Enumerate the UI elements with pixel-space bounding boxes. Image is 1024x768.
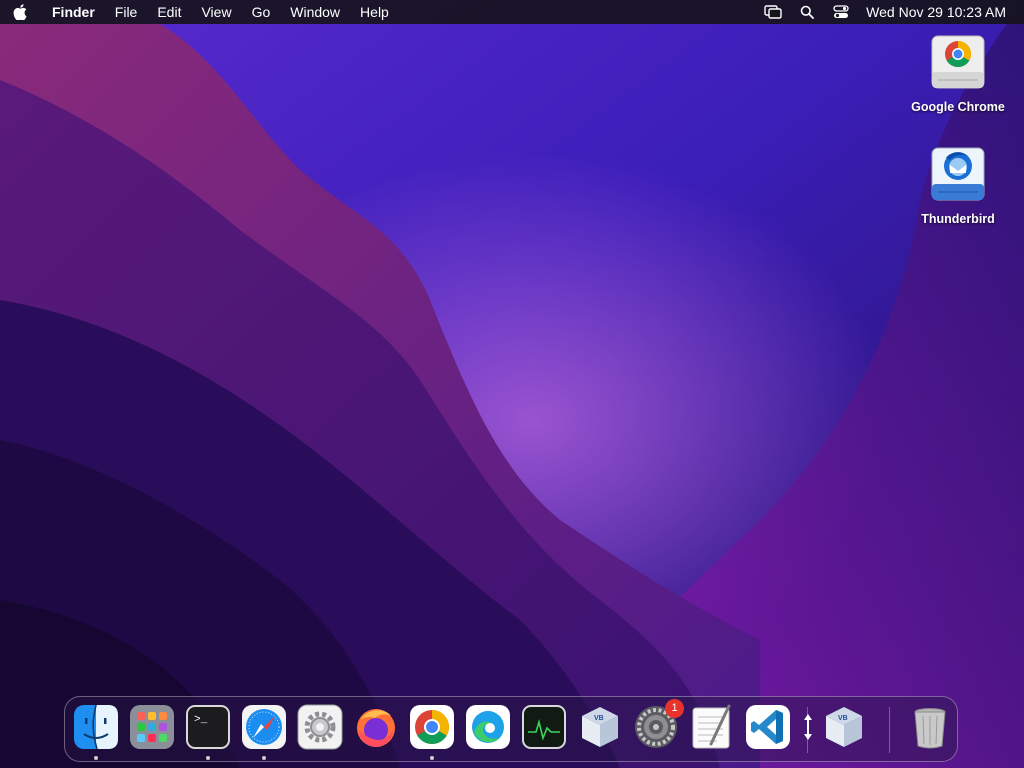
dock-finder[interactable] (73, 704, 119, 750)
apple-menu-icon[interactable] (0, 0, 40, 24)
launchpad-icon (130, 705, 174, 749)
running-indicator (262, 756, 266, 760)
virtualbox-icon: VB (826, 707, 862, 747)
dock-separator (807, 707, 808, 753)
dock-textedit[interactable] (689, 704, 735, 750)
dock-trash[interactable] (907, 704, 953, 750)
menu-help[interactable]: Help (350, 0, 399, 24)
dock-safari[interactable] (241, 704, 287, 750)
svg-text:VB: VB (594, 715, 604, 722)
desktop-icon-label: Google Chrome (911, 100, 1005, 114)
desktop-icon-thunderbird[interactable]: Thunderbird (903, 144, 1013, 226)
dock-activity-monitor[interactable] (521, 704, 567, 750)
gear-icon (297, 704, 343, 750)
chrome-icon (410, 705, 454, 749)
menu-go[interactable]: Go (242, 0, 281, 24)
chrome-disk-icon (926, 32, 990, 96)
desktop-wallpaper (0, 0, 1024, 768)
dock-chrome[interactable] (409, 704, 455, 750)
safari-icon (242, 705, 286, 749)
dock-edge[interactable] (465, 704, 511, 750)
menu-clock[interactable]: Wed Nov 29 10:23 AM (858, 4, 1024, 20)
textedit-icon (692, 704, 731, 749)
dock-terminal[interactable]: >_ (185, 704, 231, 750)
dock-system-settings[interactable]: 1 (633, 699, 684, 750)
dock-separator (889, 707, 890, 753)
terminal-icon: >_ (186, 705, 230, 749)
virtualbox-icon: VB (582, 707, 618, 747)
vscode-icon (746, 705, 790, 749)
desktop-icon-google-chrome[interactable]: Google Chrome (903, 32, 1013, 114)
screen-mirroring-icon[interactable] (756, 0, 790, 24)
running-indicator (206, 756, 210, 760)
resize-arrows-icon (804, 714, 812, 740)
svg-text:>_: >_ (194, 714, 208, 726)
dock-virtualbox[interactable]: VB (577, 704, 623, 750)
dock-launchpad[interactable] (129, 704, 175, 750)
dock-virtualbox-vm[interactable]: VB (821, 704, 867, 750)
trash-icon (914, 708, 946, 749)
menu-window[interactable]: Window (280, 0, 350, 24)
firefox-icon (357, 709, 395, 747)
svg-text:VB: VB (838, 715, 848, 722)
dock-vscode[interactable] (745, 704, 791, 750)
menu-bar: Finder File Edit View Go Window Help Wed… (0, 0, 1024, 24)
menu-file[interactable]: File (105, 0, 148, 24)
finder-icon (74, 704, 118, 750)
running-indicator (430, 756, 434, 760)
menu-app-finder[interactable]: Finder (40, 0, 105, 24)
dock-system-preferences[interactable] (297, 704, 343, 750)
dock: >_ VB 1 VB (64, 696, 958, 762)
dock-firefox[interactable] (353, 704, 399, 750)
menu-edit[interactable]: Edit (147, 0, 191, 24)
spotlight-search-icon[interactable] (790, 0, 824, 24)
thunderbird-disk-icon (926, 144, 990, 208)
menu-view[interactable]: View (191, 0, 241, 24)
dock-resize-handle[interactable] (795, 704, 821, 750)
desktop-icon-label: Thunderbird (921, 212, 995, 226)
notification-badge: 1 (665, 699, 684, 718)
activity-monitor-icon (522, 705, 566, 749)
running-indicator (94, 756, 98, 760)
edge-icon (466, 705, 510, 749)
control-center-icon[interactable] (824, 0, 858, 24)
